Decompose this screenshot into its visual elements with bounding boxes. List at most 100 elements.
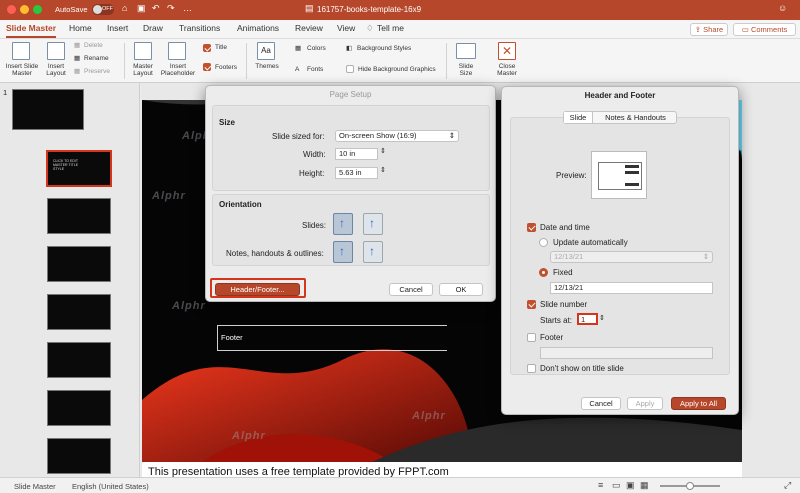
footer-checkbox[interactable] [527, 333, 536, 342]
status-language[interactable]: English (United States) [72, 482, 149, 491]
height-input[interactable]: 5.63 in [335, 167, 378, 179]
zoom-slider-knob[interactable] [686, 482, 694, 490]
starts-at-input[interactable]: 1 [577, 313, 598, 325]
background-styles-button[interactable]: Background Styles [357, 45, 411, 52]
sorter-view-icon[interactable]: ▦ [640, 480, 649, 491]
layout-thumbnail[interactable] [47, 390, 111, 426]
update-automatically-radio[interactable] [539, 238, 548, 247]
slide-size-button[interactable]: Slide Size [452, 63, 480, 77]
close-master-icon[interactable]: ✕ [498, 42, 516, 60]
slide-sized-for-select[interactable]: On-screen Show (16:9) ⇕ [335, 130, 459, 142]
apply-button[interactable]: Apply [627, 397, 663, 410]
tell-me-search[interactable]: Tell me [377, 23, 404, 33]
home-icon[interactable]: ⌂ [122, 3, 127, 13]
slide-number-checkbox[interactable] [527, 300, 536, 309]
layout-thumbnail[interactable] [47, 438, 111, 474]
fonts-button[interactable]: Fonts [307, 66, 323, 73]
layout-thumbnail-selected[interactable]: CLICK TO EDIT MASTER TITLE STYLE [46, 150, 112, 187]
portrait-arrow-icon: ↑ [339, 216, 345, 230]
height-stepper-icon[interactable]: ⇕ [380, 166, 386, 174]
tab-slide[interactable]: Slide [564, 112, 593, 123]
tab-review[interactable]: Review [295, 23, 323, 33]
preserve-button[interactable]: Preserve [84, 68, 110, 75]
account-icon[interactable]: ☺ [778, 3, 787, 13]
insert-layout-icon[interactable] [47, 42, 65, 60]
landscape-arrow-icon: ↑ [369, 244, 375, 258]
colors-button[interactable]: Colors [307, 45, 326, 52]
starts-at-stepper-icon[interactable]: ⇕ [599, 314, 605, 322]
thumbnail-pane[interactable]: 1 CLICK TO EDIT MASTER TITLE STYLE [0, 83, 140, 477]
insert-slide-master-icon[interactable] [12, 42, 30, 60]
footers-checkbox[interactable] [203, 63, 211, 71]
watermark-text: Alphr [232, 430, 266, 442]
minimize-window-icon[interactable] [20, 5, 29, 14]
themes-button[interactable]: Themes [252, 63, 282, 70]
tab-insert[interactable]: Insert [107, 23, 128, 33]
master-thumbnail[interactable] [12, 89, 84, 130]
normal-view-icon[interactable]: ▣ [626, 480, 635, 491]
delete-button[interactable]: Delete [84, 42, 103, 49]
footers-checkbox-label: Footers [215, 64, 238, 71]
insert-slide-master-button[interactable]: Insert Slide Master [4, 63, 40, 77]
insert-placeholder-button[interactable]: Insert Placeholder [158, 63, 198, 77]
footer-placeholder[interactable]: Footer [221, 333, 243, 342]
layout-thumbnail[interactable] [47, 294, 111, 330]
notes-portrait-button[interactable]: ↑ [333, 241, 353, 263]
tab-notes-handouts[interactable]: Notes & Handouts [594, 112, 677, 123]
page-setup-ok-button[interactable]: OK [439, 283, 483, 296]
tab-slide-master[interactable]: Slide Master [6, 23, 56, 33]
comments-button[interactable]: ▭ Comments [733, 23, 796, 36]
fixed-date-input[interactable]: 12/13/21 [550, 282, 713, 294]
document-icon: ▤ [305, 3, 314, 13]
dont-show-title-checkbox[interactable] [527, 364, 536, 373]
close-master-button[interactable]: Close Master [492, 63, 522, 77]
date-time-checkbox[interactable] [527, 223, 536, 232]
page-setup-title: Page Setup [329, 90, 372, 99]
update-date-select[interactable]: 12/13/21 ⇕ [550, 251, 713, 263]
preview-placeholder [625, 165, 639, 168]
rename-button[interactable]: Rename [84, 55, 109, 62]
notes-landscape-button[interactable]: ↑ [363, 241, 383, 263]
master-layout-button[interactable]: Master Layout [128, 63, 158, 77]
insert-layout-button[interactable]: Insert Layout [42, 63, 70, 77]
autosave-toggle[interactable]: OFF [92, 4, 114, 15]
tab-draw[interactable]: Draw [143, 23, 163, 33]
save-icon[interactable]: ▣ [137, 3, 146, 14]
themes-icon[interactable]: Aa [257, 42, 275, 60]
master-layout-icon[interactable] [134, 42, 152, 60]
undo-icon[interactable]: ↶ [152, 3, 160, 14]
apply-to-all-button[interactable]: Apply to All [671, 397, 726, 410]
header-footer-cancel-button[interactable]: Cancel [581, 397, 621, 410]
title-checkbox[interactable] [203, 44, 211, 52]
header-footer-button[interactable]: Header/Footer... [215, 283, 300, 296]
comment-icon: ▭ [741, 25, 751, 34]
close-window-icon[interactable] [7, 5, 16, 14]
comments-icon[interactable]: ▭ [612, 480, 621, 491]
slide-size-icon[interactable] [456, 43, 476, 59]
tab-home[interactable]: Home [69, 23, 92, 33]
slides-landscape-button[interactable]: ↑ [363, 213, 383, 235]
landscape-arrow-icon: ↑ [369, 216, 375, 230]
page-setup-cancel-button[interactable]: Cancel [389, 283, 433, 296]
layout-thumbnail[interactable] [47, 246, 111, 282]
width-input[interactable]: 10 in [335, 148, 378, 160]
hide-background-graphics-checkbox[interactable] [346, 65, 354, 73]
tab-view[interactable]: View [337, 23, 355, 33]
more-icon[interactable]: … [183, 3, 192, 13]
insert-placeholder-icon[interactable] [168, 42, 186, 60]
slide-number-label: Slide number [540, 300, 588, 309]
fit-to-window-icon[interactable]: ⤢ [784, 480, 791, 491]
layout-thumbnail[interactable] [47, 342, 111, 378]
redo-icon[interactable]: ↷ [167, 3, 175, 14]
layout-thumbnail[interactable] [47, 198, 111, 234]
fixed-radio[interactable] [539, 268, 548, 277]
tab-transitions[interactable]: Transitions [179, 23, 220, 33]
starts-at-label: Starts at: [540, 316, 573, 325]
slides-portrait-button[interactable]: ↑ [333, 213, 353, 235]
tab-animations[interactable]: Animations [237, 23, 279, 33]
maximize-window-icon[interactable] [33, 5, 42, 14]
share-button[interactable]: ⇪ Share [690, 23, 728, 36]
notes-icon[interactable]: ≡ [598, 480, 603, 490]
width-stepper-icon[interactable]: ⇕ [380, 147, 386, 155]
footer-text-input[interactable] [540, 347, 713, 359]
